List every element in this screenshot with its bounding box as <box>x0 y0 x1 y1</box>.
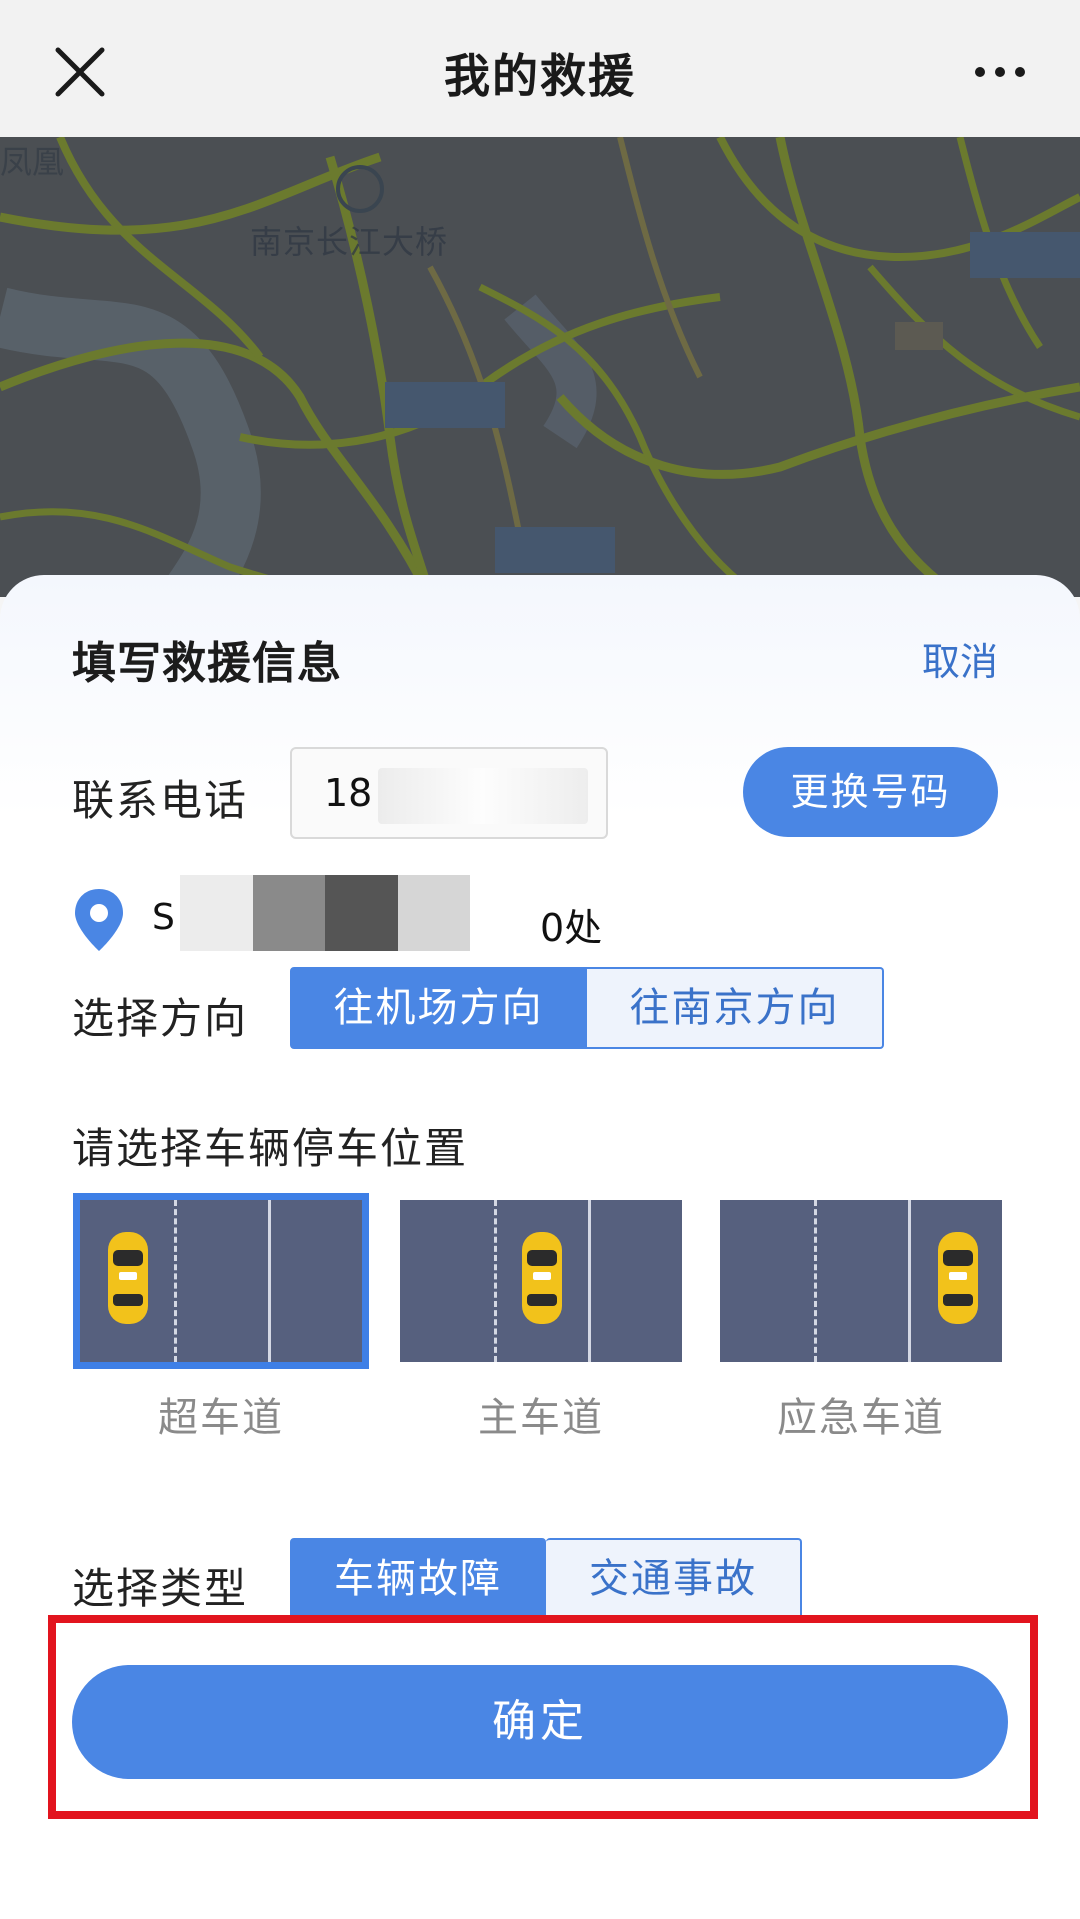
lane-caption-main: 主车道 <box>478 1395 604 1441</box>
direction-option-airport[interactable]: 往机场方向 <box>290 967 587 1049</box>
map-place-label: 凤凰 <box>0 143 65 181</box>
lane-dash-line <box>174 1200 177 1362</box>
location-end: 0处 <box>540 906 603 950</box>
location-redaction <box>180 875 470 951</box>
location-pin-icon <box>75 889 123 951</box>
map-bridge-label: 南京长江大桥 <box>250 223 449 261</box>
form-title: 填写救援信息 <box>72 638 342 689</box>
phone-mask <box>378 767 589 824</box>
map-view[interactable]: 凤凰 南京长江大桥 <box>0 137 1080 597</box>
lane-caption-emergency: 应急车道 <box>777 1395 945 1441</box>
type-selector: 车辆故障 交通事故 <box>290 1538 802 1620</box>
lane-option-emergency[interactable] <box>720 1200 1002 1362</box>
phone-field[interactable]: 18 <box>290 747 608 839</box>
direction-selector: 往机场方向 往南京方向 <box>290 967 884 1049</box>
lane-caption-overtaking: 超车道 <box>158 1395 284 1441</box>
lane-option-overtaking[interactable] <box>73 1193 369 1369</box>
type-option-accident[interactable]: 交通事故 <box>546 1538 802 1620</box>
type-option-breakdown[interactable]: 车辆故障 <box>290 1538 546 1620</box>
car-icon <box>108 1232 148 1324</box>
page-title: 我的救援 <box>444 49 636 103</box>
lane-option-main[interactable] <box>400 1200 682 1362</box>
lane-solid-line <box>908 1200 911 1362</box>
car-icon <box>938 1232 978 1324</box>
more-icon[interactable] <box>970 52 1030 92</box>
lane-solid-line <box>588 1200 591 1362</box>
phone-label: 联系电话 <box>72 776 249 825</box>
parking-position-label: 请选择车辆停车位置 <box>72 1124 469 1173</box>
rescue-form-sheet: 填写救援信息 取消 联系电话 18 更换号码 S 0处 选择方向 往机场方向 往… <box>0 575 1080 1919</box>
lane-dash-line <box>814 1200 817 1362</box>
location-start: S <box>152 897 175 938</box>
lane-solid-line <box>268 1200 271 1362</box>
direction-label: 选择方向 <box>72 994 249 1043</box>
lane-dash-line <box>494 1200 497 1362</box>
type-label: 选择类型 <box>72 1564 249 1613</box>
car-icon <box>522 1232 562 1324</box>
confirm-button[interactable]: 确定 <box>72 1665 1008 1779</box>
cancel-button[interactable]: 取消 <box>922 631 998 686</box>
map-roads <box>0 137 1080 597</box>
top-bar: 我的救援 <box>0 0 1080 137</box>
phone-prefix: 18 <box>324 771 373 815</box>
direction-option-nanjing[interactable]: 往南京方向 <box>587 967 884 1049</box>
change-number-button[interactable]: 更换号码 <box>743 747 998 837</box>
